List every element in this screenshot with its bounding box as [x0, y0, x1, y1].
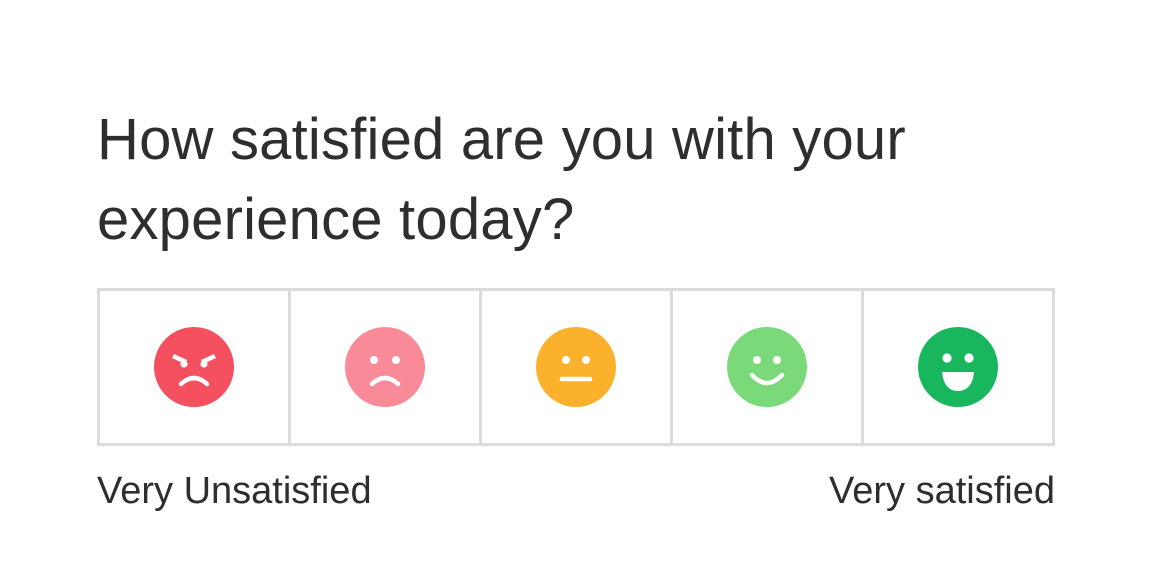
- smile-face-icon: [727, 327, 807, 407]
- survey-question: How satisfied are you with your experien…: [97, 100, 1055, 260]
- rating-option-1[interactable]: [100, 291, 291, 443]
- scale-max-label: Very satisfied: [829, 470, 1055, 512]
- scale-min-label: Very Unsatisfied: [97, 470, 372, 512]
- rating-option-2[interactable]: [291, 291, 482, 443]
- rating-scale: [97, 288, 1055, 446]
- rating-option-4[interactable]: [673, 291, 864, 443]
- scale-labels: Very Unsatisfied Very satisfied: [97, 466, 1055, 516]
- angry-face-icon: [154, 327, 234, 407]
- survey-question-line-1: How satisfied are you with your: [97, 107, 906, 172]
- satisfaction-survey: How satisfied are you with your experien…: [97, 100, 1055, 512]
- rating-option-3[interactable]: [482, 291, 673, 443]
- rating-option-5[interactable]: [864, 291, 1052, 443]
- neutral-face-icon: [536, 327, 616, 407]
- sad-face-icon: [345, 327, 425, 407]
- grin-face-icon: [918, 327, 998, 407]
- survey-question-line-2: experience today?: [97, 187, 575, 252]
